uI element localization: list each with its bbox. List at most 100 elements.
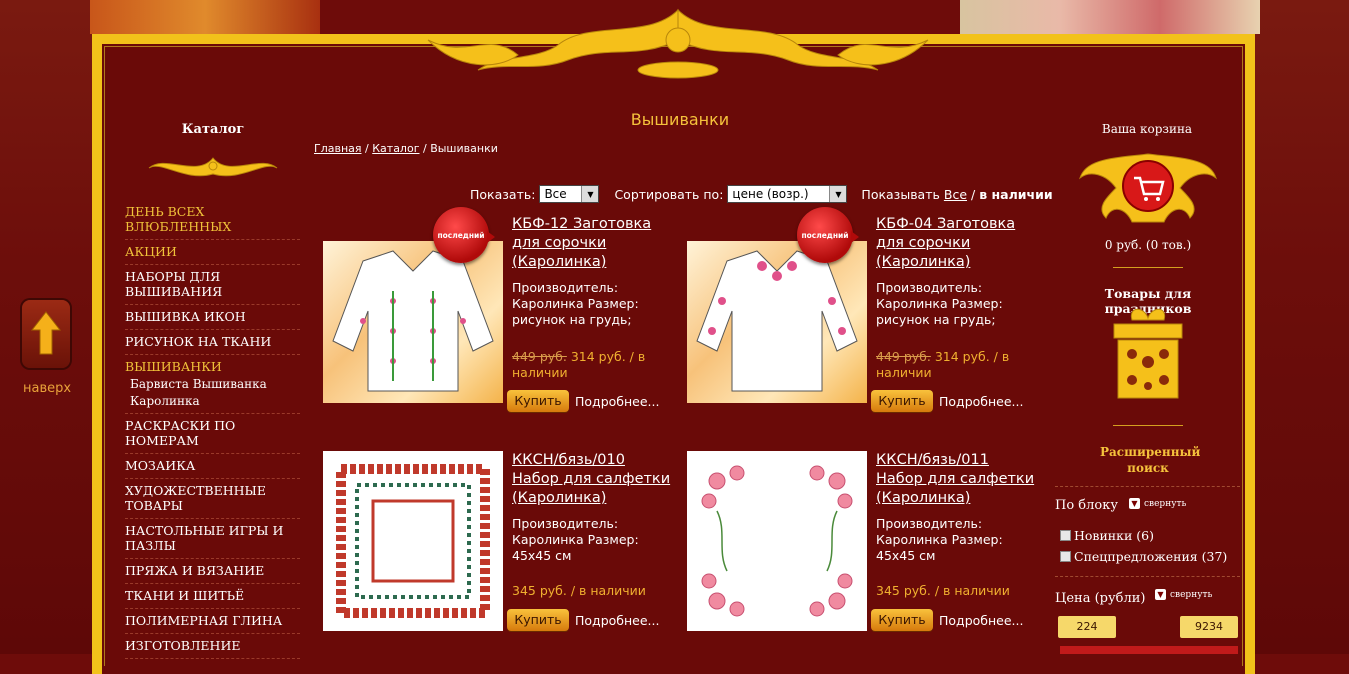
product-card: последний КБФ-04 Заготовка для сорочки (… xyxy=(687,207,1042,415)
display-all-link[interactable]: Все xyxy=(944,187,967,202)
price-filter-label: Цена (рубли) xyxy=(1055,591,1146,606)
product-price: 449 руб. 314 руб. / в наличии xyxy=(876,349,1016,381)
catalog-item-paint-by-numbers[interactable]: Раскраски по номерам xyxy=(125,414,300,454)
sort-label: Сортировать по: xyxy=(614,186,724,202)
catalog-item-fabrics[interactable]: Ткани и шитьё xyxy=(125,584,300,609)
product-price: 345 руб. / в наличии xyxy=(512,583,652,599)
catalog-item-board-games[interactable]: Настольные игры и пазлы xyxy=(125,519,300,559)
product-card: ККСН/бязь/011 Набор для салфетки (Кароли… xyxy=(687,451,1042,651)
collapse-price-toggle[interactable]: ▼ свернуть xyxy=(1155,589,1212,600)
divider xyxy=(1113,267,1183,268)
advanced-search-link[interactable]: Расширенный поиск xyxy=(1100,444,1200,476)
catalog-ornament-icon xyxy=(148,157,278,177)
scroll-up-button[interactable] xyxy=(22,300,70,368)
buy-button[interactable]: Купить xyxy=(871,609,933,631)
page-title: Вышиванки xyxy=(630,110,730,129)
catalog-item-fabric-print[interactable]: Рисунок на ткани xyxy=(125,330,300,355)
sort-select[interactable]: цене (возр.) ▼ xyxy=(727,185,848,203)
catalog-item-manufacturing[interactable]: Изготовление xyxy=(125,634,300,659)
buy-button[interactable]: Купить xyxy=(507,390,569,412)
buy-button[interactable]: Купить xyxy=(871,390,933,412)
product-name[interactable]: ККСН/бязь/011 Набор для салфетки (Кароли… xyxy=(876,451,1036,508)
catalog-item-mosaic[interactable]: Мозаика xyxy=(125,454,300,479)
details-link[interactable]: Подробнее... xyxy=(939,613,1023,628)
filter-special-checkbox[interactable]: Спецпредложения (37) xyxy=(1060,549,1227,564)
show-select[interactable]: Все ▼ xyxy=(539,185,600,203)
product-old-price: 449 руб. xyxy=(512,349,567,364)
buy-button[interactable]: Купить xyxy=(507,609,569,631)
product-current-price: 345 руб. / в наличии xyxy=(512,583,646,598)
product-card: ККСН/бязь/010 Набор для салфетки (Кароли… xyxy=(323,451,678,651)
divider xyxy=(1113,425,1183,426)
catalog-item-art-supplies[interactable]: Художественные товары xyxy=(125,479,300,519)
cart-summary: 0 руб. (0 тов.) xyxy=(1104,238,1192,252)
shirt-image xyxy=(696,250,858,392)
breadcrumb-catalog[interactable]: Каталог xyxy=(372,142,419,155)
catalog-item-vyshyvanky[interactable]: Вышиванки xyxy=(125,355,300,376)
filter-special-label: Спецпредложения (37) xyxy=(1074,549,1228,564)
catalog-subitem-barvysta[interactable]: Барвиста Вышиванка xyxy=(125,376,300,393)
details-link[interactable]: Подробнее... xyxy=(575,613,659,628)
gift-box-icon[interactable] xyxy=(1110,302,1186,402)
catalog-item-valentines[interactable]: День всех влюбленных xyxy=(125,200,300,240)
cart-title: Ваша корзина xyxy=(1101,122,1193,136)
catalog-item-polymer-clay[interactable]: Полимерная глина xyxy=(125,609,300,634)
breadcrumb-home[interactable]: Главная xyxy=(314,142,362,155)
napkin-image xyxy=(701,465,853,617)
details-link[interactable]: Подробнее... xyxy=(575,394,659,409)
filter-new-label: Новинки (6) xyxy=(1074,528,1154,543)
last-item-badge: последний xyxy=(433,207,495,263)
divider xyxy=(1055,576,1240,577)
chevron-down-icon: ▼ xyxy=(581,186,599,202)
last-item-badge: последний xyxy=(797,207,859,263)
product-image[interactable] xyxy=(323,241,503,403)
sort-select-value: цене (возр.) xyxy=(732,187,809,201)
checkbox-icon xyxy=(1060,551,1071,562)
arrow-up-icon xyxy=(30,311,62,355)
napkin-image xyxy=(336,464,490,618)
display-sep: / xyxy=(971,186,976,202)
collapse-label: свернуть xyxy=(1144,498,1187,509)
product-name[interactable]: КБФ-04 Заготовка для сорочки (Каролинка) xyxy=(876,215,1036,272)
product-name[interactable]: ККСН/бязь/010 Набор для салфетки (Кароли… xyxy=(512,451,672,508)
listing-toolbar: Показать: Все ▼ Сортировать по: цене (во… xyxy=(470,185,1053,203)
chevron-down-icon: ▼ xyxy=(1129,498,1140,509)
checkbox-icon xyxy=(1060,530,1071,541)
details-link[interactable]: Подробнее... xyxy=(939,394,1023,409)
top-painting-right xyxy=(960,0,1260,34)
product-old-price: 449 руб. xyxy=(876,349,931,364)
divider xyxy=(1055,486,1240,487)
product-name[interactable]: КБФ-12 Заготовка для сорочки (Каролинка) xyxy=(512,215,672,272)
product-image[interactable] xyxy=(323,451,503,631)
product-image[interactable] xyxy=(687,241,867,403)
scroll-up-label[interactable]: наверх xyxy=(23,381,71,396)
cart-icon[interactable] xyxy=(1076,148,1220,232)
shirt-image xyxy=(332,250,494,392)
breadcrumb-current: Вышиванки xyxy=(430,142,498,155)
catalog-item-promotions[interactable]: Акции xyxy=(125,240,300,265)
product-price: 449 руб. 314 руб. / в наличии xyxy=(512,349,652,381)
catalog-item-embroidery-kits[interactable]: Наборы для вышивания xyxy=(125,265,300,305)
top-painting-left xyxy=(90,0,320,34)
product-current-price: 345 руб. / в наличии xyxy=(876,583,1010,598)
background-right xyxy=(1253,0,1349,654)
product-description: Производитель: Каролинка Размер: 45х45 с… xyxy=(876,516,1003,563)
price-min-input[interactable]: 224 xyxy=(1058,616,1116,638)
chevron-down-icon: ▼ xyxy=(829,186,847,202)
show-label: Показать: xyxy=(470,186,536,202)
chevron-down-icon: ▼ xyxy=(1155,589,1166,600)
catalog-item-yarn[interactable]: Пряжа и вязание xyxy=(125,559,300,584)
filter-new-checkbox[interactable]: Новинки (6) xyxy=(1060,528,1154,543)
display-instock-link[interactable]: в наличии xyxy=(979,187,1052,202)
collapse-block-toggle[interactable]: ▼ свернуть xyxy=(1129,498,1186,509)
catalog-item-icon-embroidery[interactable]: Вышивка икон xyxy=(125,305,300,330)
catalog-list: День всех влюбленных Акции Наборы для вы… xyxy=(125,200,300,659)
product-description: Производитель: Каролинка Размер: 45х45 с… xyxy=(512,516,639,563)
filter-block-label: По блоку xyxy=(1055,498,1118,513)
show-select-value: Все xyxy=(544,187,567,201)
breadcrumb: Главная / Каталог / Вышиванки xyxy=(314,142,498,155)
price-range-slider[interactable] xyxy=(1060,646,1238,654)
catalog-subitem-karolinka[interactable]: Каролинка xyxy=(125,393,300,414)
product-image[interactable] xyxy=(687,451,867,631)
price-max-input[interactable]: 9234 xyxy=(1180,616,1238,638)
